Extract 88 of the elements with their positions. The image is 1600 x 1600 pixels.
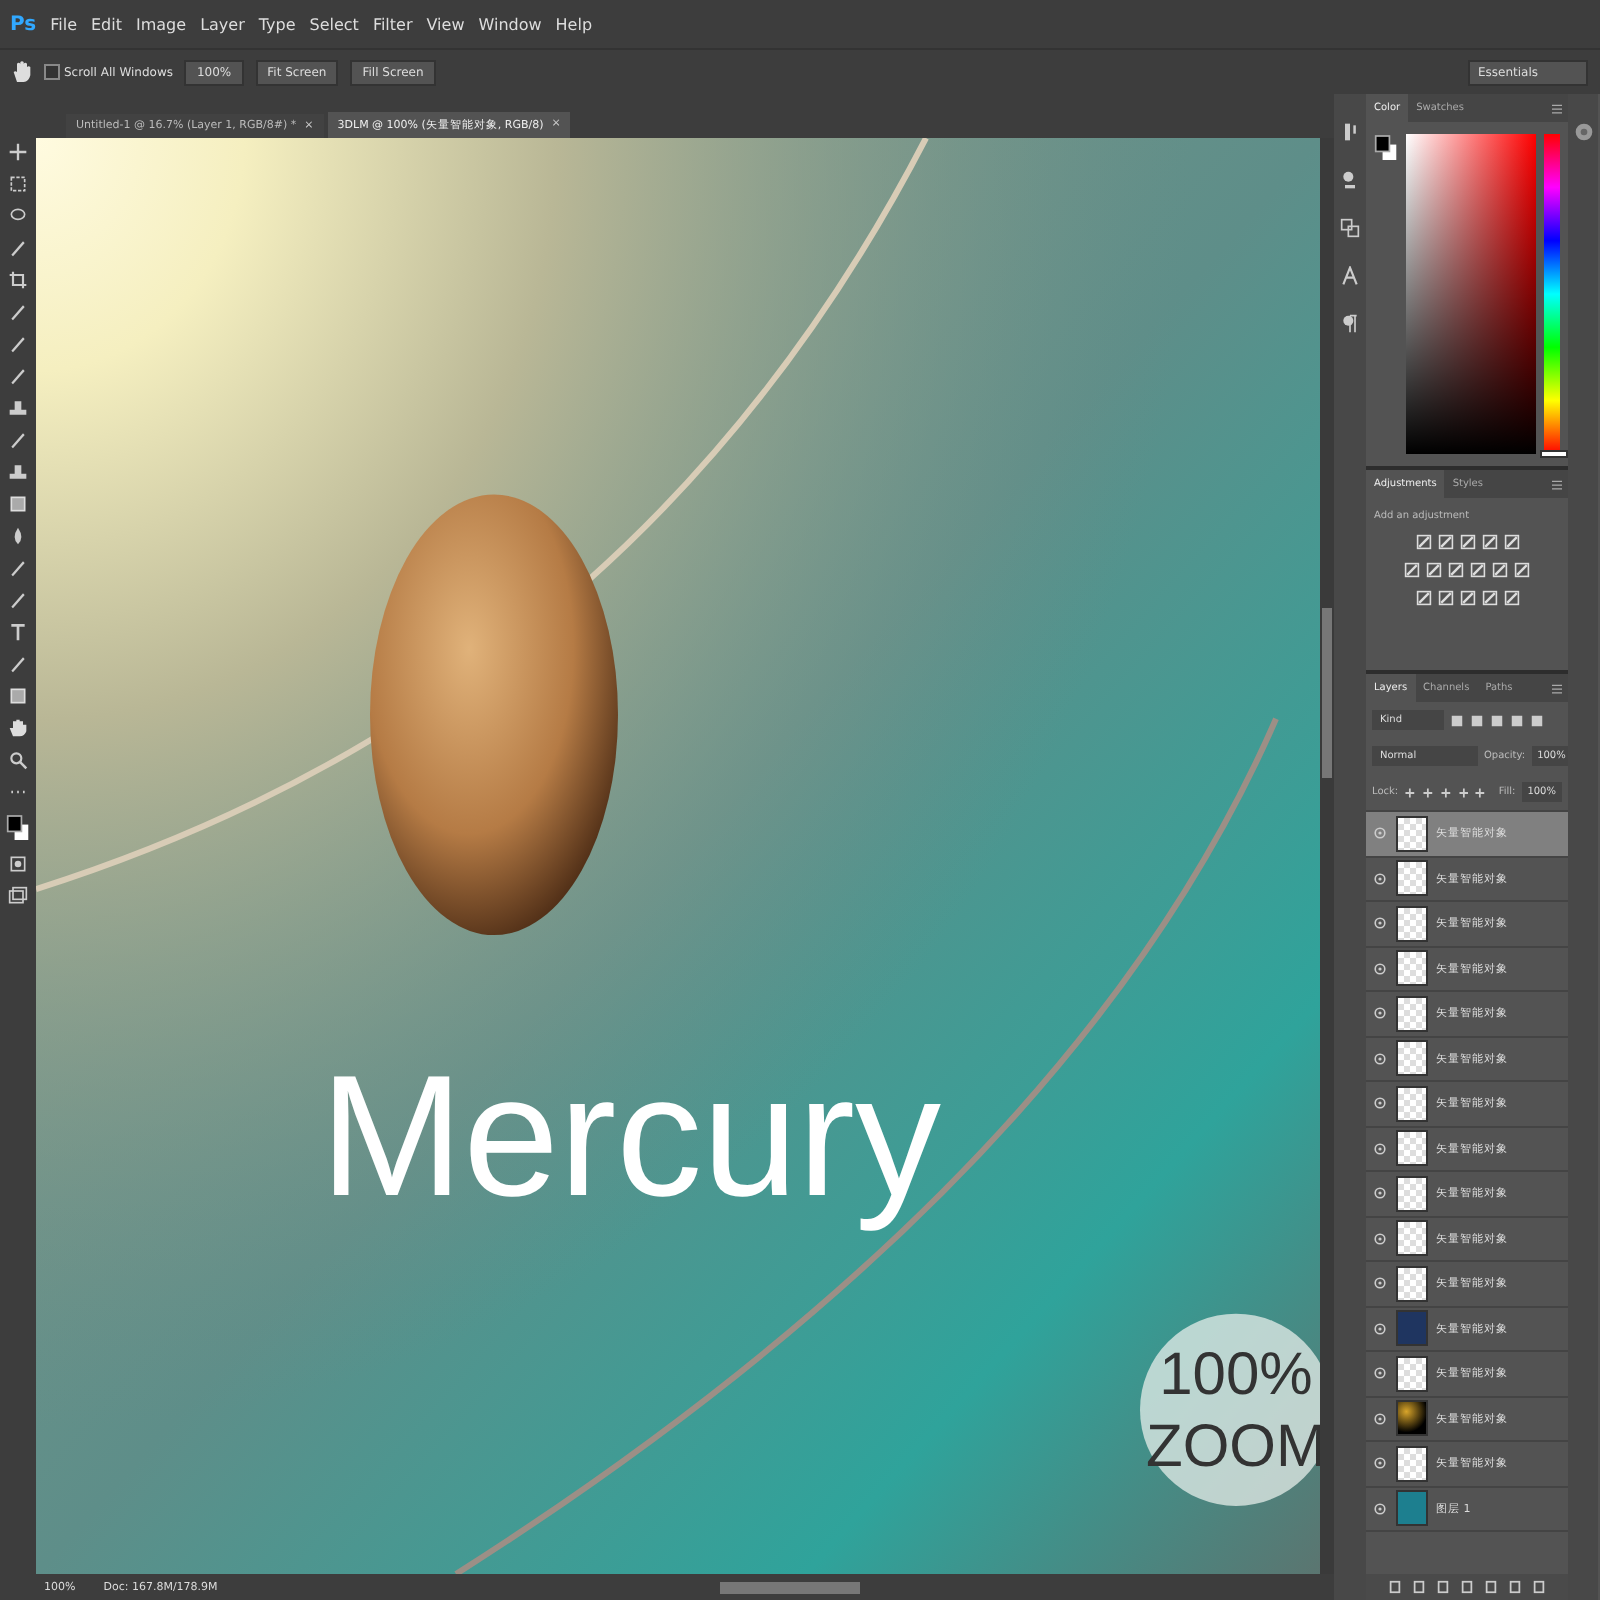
lasso-tool-icon[interactable] (8, 206, 28, 226)
adjustment-icon[interactable] (1415, 590, 1431, 606)
layer-thumbnail (1396, 995, 1428, 1032)
menu-item[interactable]: Filter (372, 15, 413, 33)
adjustment-icon[interactable] (1415, 534, 1431, 550)
adjustment-icon[interactable] (1470, 562, 1486, 578)
scrollbar-thumb[interactable] (1322, 608, 1332, 778)
hand-icon[interactable] (12, 60, 32, 84)
layer-thumbnail (1396, 1040, 1428, 1077)
adjustment-icon[interactable] (1459, 534, 1475, 550)
lock-option-icon[interactable] (1404, 785, 1416, 799)
app-logo: Ps (10, 13, 37, 35)
scrollbar-thumb[interactable] (719, 1581, 860, 1593)
rect-tool-icon[interactable] (8, 686, 28, 706)
lock-option-icon[interactable] (1457, 785, 1469, 799)
adjustment-icon[interactable] (1514, 562, 1530, 578)
color-swatches-icon[interactable] (6, 814, 30, 842)
menu-item[interactable]: Help (555, 15, 593, 33)
lock-option-icon[interactable] (1439, 785, 1452, 799)
adjustment-icon[interactable] (1459, 590, 1475, 606)
move-tool-icon[interactable] (8, 142, 28, 162)
layer-thumbnail (1396, 950, 1428, 987)
hand-tool-icon[interactable] (8, 718, 28, 738)
eye-icon[interactable] (1372, 1096, 1388, 1111)
panel-menu-icon[interactable] (1552, 479, 1562, 489)
menu-item[interactable]: Window (478, 15, 542, 33)
eye-icon[interactable] (1372, 1231, 1388, 1246)
eye-icon[interactable] (1372, 916, 1388, 931)
eye-icon[interactable] (1372, 1276, 1388, 1291)
lock-option-icon[interactable] (1421, 785, 1434, 799)
adjustment-icon[interactable] (1481, 590, 1497, 606)
paragraph-icon[interactable] (1340, 314, 1360, 334)
crop-tool-icon[interactable] (8, 270, 28, 290)
menu-item[interactable]: Image (136, 15, 187, 33)
menu-item[interactable]: Select (309, 15, 359, 33)
layer-thumbnail (1396, 1265, 1428, 1302)
eye-icon[interactable] (1372, 1456, 1388, 1471)
character-icon[interactable] (1340, 266, 1360, 286)
screen-mode-icon[interactable] (8, 886, 28, 906)
menu-item[interactable]: Layer (200, 15, 245, 33)
layer-thumbnail (1396, 1355, 1428, 1392)
layer-thumbnail (1396, 1310, 1428, 1347)
layer-thumbnail (1396, 1130, 1428, 1167)
layer-thumbnail (1396, 1400, 1428, 1437)
adjustment-icon[interactable] (1437, 534, 1453, 550)
adjustment-icon[interactable] (1404, 562, 1420, 578)
eye-icon[interactable] (1372, 1051, 1388, 1066)
type-tool-icon[interactable] (8, 622, 28, 642)
adjustment-icon[interactable] (1437, 590, 1453, 606)
layer-thumbnail (1396, 1490, 1428, 1527)
menu-item[interactable]: View (426, 15, 465, 33)
adjustment-icon[interactable] (1503, 590, 1519, 606)
eye-icon[interactable] (1372, 1006, 1388, 1021)
zoom-tool-icon[interactable] (8, 750, 28, 770)
stamp-tool-icon[interactable] (8, 398, 28, 418)
adjustment-icon[interactable] (1481, 534, 1497, 550)
layer-thumbnail (1396, 1085, 1428, 1122)
panel-menu-icon[interactable] (1552, 683, 1562, 693)
layer-thumbnail (1396, 1445, 1428, 1482)
eye-icon[interactable] (1372, 1141, 1388, 1156)
quick-mask-icon[interactable] (8, 854, 28, 874)
adjustment-icon[interactable] (1492, 562, 1508, 578)
adjustment-icon[interactable] (1503, 534, 1519, 550)
menu-item[interactable]: Edit (91, 15, 122, 33)
eye-icon[interactable] (1372, 1366, 1388, 1381)
lock-option-icon[interactable] (1474, 785, 1487, 799)
eye-icon[interactable] (1372, 1411, 1388, 1426)
hue-slider-thumb[interactable] (1540, 450, 1568, 458)
eye-icon[interactable] (1372, 1321, 1388, 1336)
color-field[interactable] (1406, 134, 1536, 454)
color-swatches-icon[interactable] (1374, 134, 1398, 162)
panel-menu-icon[interactable] (1552, 103, 1562, 113)
eye-icon[interactable] (1372, 871, 1388, 886)
eye-icon[interactable] (1372, 961, 1388, 976)
adjustment-icon[interactable] (1426, 562, 1442, 578)
eye-icon[interactable] (1372, 1501, 1388, 1516)
menu-item[interactable]: Type (258, 15, 296, 33)
adjustment-icon[interactable] (1448, 562, 1464, 578)
layer-thumbnail (1396, 1220, 1428, 1257)
layer-thumbnail (1396, 1175, 1428, 1212)
layer-thumbnail (1396, 905, 1428, 942)
menu-item[interactable]: File (50, 15, 77, 33)
marquee-tool-icon[interactable] (8, 174, 28, 194)
eye-icon[interactable] (1372, 1186, 1388, 1201)
layer-thumbnail (1396, 860, 1428, 897)
checkbox[interactable] (44, 64, 60, 80)
clone-source-icon[interactable] (1340, 218, 1360, 238)
layer-thumbnail (1396, 815, 1428, 852)
